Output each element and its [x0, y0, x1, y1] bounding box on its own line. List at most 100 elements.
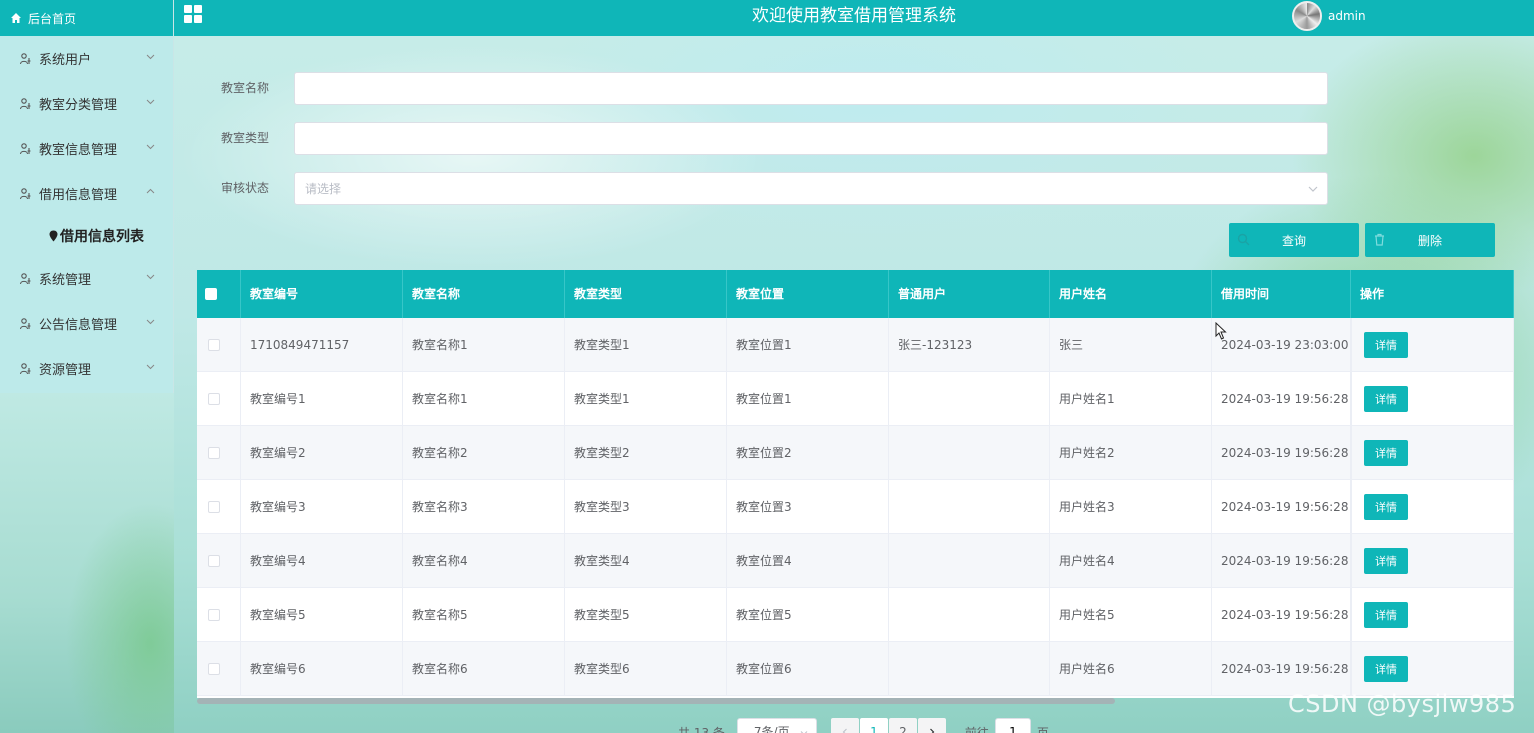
row-checkbox[interactable] [208, 555, 220, 567]
pin-icon [49, 230, 58, 242]
query-button[interactable]: 查询 [1229, 223, 1359, 257]
table-cell: 教室名称5 [403, 588, 565, 642]
table-cell: 2024-03-19 19:56:28 [1212, 642, 1351, 696]
sidebar-item-3[interactable]: 教室信息管理 [0, 126, 173, 171]
sidebar-item-label: 教室信息管理 [39, 143, 118, 158]
trash-icon [1375, 233, 1384, 246]
column-header[interactable]: 教室名称 [403, 270, 565, 318]
borrow-table: 教室编号 教室名称 教室类型 教室位置 普通用户 用户姓名 借用时间 操作 171084947… [197, 270, 1514, 698]
detail-button[interactable]: 详情 [1364, 386, 1408, 412]
user-icon [19, 52, 31, 64]
page-2-button[interactable]: 2 [888, 718, 917, 733]
table-cell: 教室编号5 [241, 588, 403, 642]
action-cell: 详情 [1351, 588, 1514, 642]
delete-button-label: 删除 [1417, 233, 1442, 248]
row-checkbox[interactable] [208, 393, 220, 405]
table-cell: 教室类型1 [565, 372, 727, 426]
sidebar: 后台首页 系统用户教室分类管理 教室信息管理 借用信息管理借用信息列表 系统管理 公告信… [0, 0, 174, 393]
column-header[interactable]: 普通用户 [889, 270, 1050, 318]
table-cell: 2024-03-19 19:56:28 [1212, 588, 1351, 642]
goto-page-input[interactable] [994, 718, 1031, 733]
table-cell: 2024-03-19 19:56:28 [1212, 426, 1351, 480]
table-cell: 用户姓名4 [1050, 534, 1212, 588]
sidebar-home-label: 后台首页 [28, 11, 77, 26]
sidebar-home[interactable]: 后台首页 [0, 0, 173, 36]
detail-button[interactable]: 详情 [1364, 440, 1408, 466]
row-checkbox[interactable] [208, 447, 220, 459]
pagination: 共 13 条 7条/页 1 2 前往 页 [678, 718, 1049, 733]
table-cell: 教室编号1 [241, 372, 403, 426]
sidebar-item-label: 教室分类管理 [39, 98, 118, 113]
table-cell: 用户姓名3 [1050, 480, 1212, 534]
sidebar-item-label: 系统用户 [39, 53, 92, 68]
prev-page-button[interactable] [830, 718, 859, 733]
table-header: 教室编号 教室名称 教室类型 教室位置 普通用户 用户姓名 借用时间 操作 [197, 270, 1514, 318]
chevron-right-icon [929, 728, 935, 733]
grid-menu-icon[interactable] [184, 5, 204, 25]
room-type-input[interactable] [294, 122, 1328, 155]
status-row: 审核状态 [221, 172, 1328, 205]
room-name-input[interactable] [294, 72, 1328, 105]
user-menu[interactable]: admin [1292, 0, 1366, 32]
user-name: admin [1328, 9, 1366, 23]
table-cell: 教室名称6 [403, 642, 565, 696]
column-header[interactable]: 教室编号 [241, 270, 403, 318]
table-cell: 用户姓名5 [1050, 588, 1212, 642]
table-cell: 教室位置1 [727, 372, 889, 426]
chevron-down-icon [800, 731, 808, 733]
page-1-button[interactable]: 1 [859, 718, 888, 733]
table-cell: 教室名称1 [403, 372, 565, 426]
detail-button[interactable]: 详情 [1364, 548, 1408, 574]
sidebar-item-label: 借用信息管理 [39, 188, 118, 203]
next-page-button[interactable] [917, 718, 946, 733]
sidebar-item-1[interactable]: 系统用户 [0, 36, 173, 81]
user-icon [19, 272, 31, 284]
goto-prefix: 前往 [964, 725, 989, 733]
detail-button[interactable]: 详情 [1364, 602, 1408, 628]
table-cell: 教室名称1 [403, 318, 565, 372]
chevron-down-icon [146, 364, 155, 370]
table-cell: 1710849471157 [241, 318, 403, 372]
column-header[interactable]: 操作 [1351, 270, 1514, 318]
column-header[interactable]: 借用时间 [1212, 270, 1351, 318]
table-cell: 教室编号6 [241, 642, 403, 696]
table-row: 教室编号5 教室名称5 教室类型5 教室位置5 用户姓名5 2024-03-19 19:5… [197, 588, 1514, 642]
sidebar-item-4[interactable]: 借用信息管理 [0, 171, 173, 216]
row-select-cell [197, 480, 241, 534]
user-icon [19, 317, 31, 329]
detail-button[interactable]: 详情 [1364, 656, 1408, 682]
table-cell: 用户姓名1 [1050, 372, 1212, 426]
home-icon [11, 13, 21, 23]
delete-button[interactable]: 删除 [1365, 223, 1495, 257]
room-type-row: 教室类型 [221, 122, 1328, 155]
chevron-down-icon [146, 99, 155, 105]
select-all-checkbox[interactable] [205, 288, 217, 300]
page-size-select[interactable]: 7条/页 [736, 718, 817, 733]
room-name-row: 教室名称 [221, 72, 1328, 105]
detail-button[interactable]: 详情 [1364, 332, 1408, 358]
column-header[interactable]: 用户姓名 [1050, 270, 1212, 318]
table-cell: 教室类型2 [565, 426, 727, 480]
goto-suffix: 页 [1036, 725, 1049, 733]
row-checkbox[interactable] [208, 663, 220, 675]
row-checkbox[interactable] [208, 609, 220, 621]
horizontal-scrollbar[interactable] [197, 698, 1115, 704]
sidebar-subitem-borrow-list[interactable]: 借用信息列表 [0, 216, 173, 256]
action-cell: 详情 [1351, 480, 1514, 534]
sidebar-item-7[interactable]: 资源管理 [0, 346, 173, 391]
chevron-down-icon [146, 144, 155, 150]
table-cell: 2024-03-19 19:56:28 [1212, 372, 1351, 426]
column-header[interactable]: 教室类型 [565, 270, 727, 318]
table-cell: 张三-123123 [889, 318, 1050, 372]
row-select-cell [197, 372, 241, 426]
column-header[interactable]: 教室位置 [727, 270, 889, 318]
sidebar-item-2[interactable]: 教室分类管理 [0, 81, 173, 126]
row-checkbox[interactable] [208, 501, 220, 513]
status-select[interactable] [294, 172, 1328, 205]
table-cell: 教室名称4 [403, 534, 565, 588]
sidebar-item-5[interactable]: 系统管理 [0, 256, 173, 301]
detail-button[interactable]: 详情 [1364, 494, 1408, 520]
table-cell [889, 588, 1050, 642]
sidebar-item-6[interactable]: 公告信息管理 [0, 301, 173, 346]
row-checkbox[interactable] [208, 339, 220, 351]
